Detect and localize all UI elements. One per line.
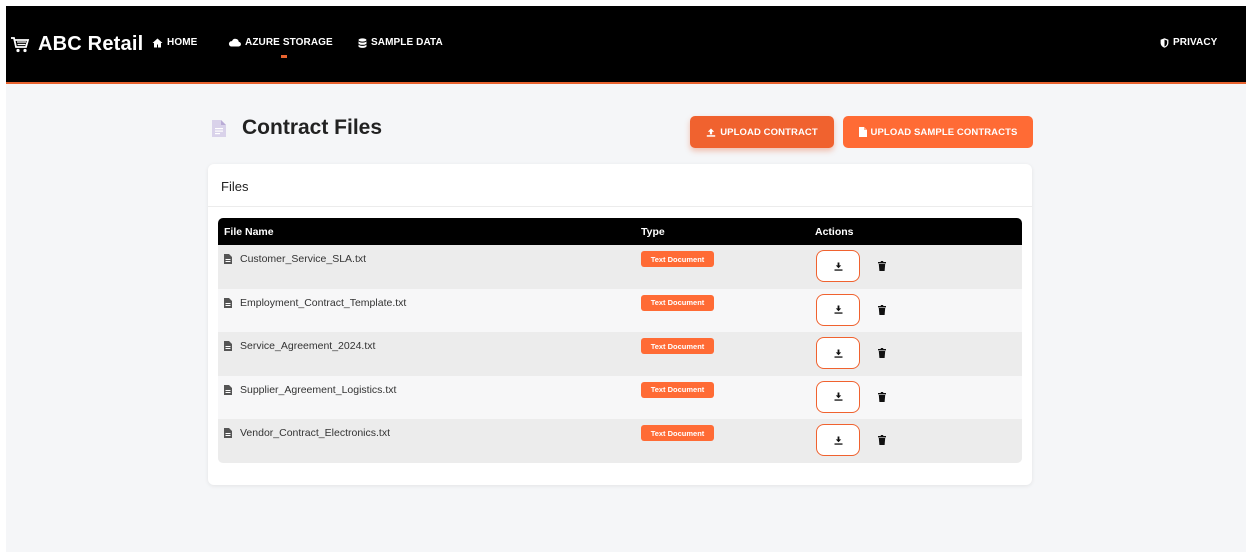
nav-azure-storage-link[interactable]: AZURE STORAGE — [228, 37, 333, 48]
files-table: File Name Type Actions Customer_Service_… — [218, 218, 1022, 463]
upload-contract-button[interactable]: UPLOAD CONTRACT — [690, 116, 834, 148]
delete-button[interactable] — [874, 303, 890, 317]
file-icon — [224, 297, 232, 308]
download-icon — [834, 392, 842, 401]
files-card: Files File Name Type Actions Customer_Se… — [208, 164, 1032, 485]
file-type-badge: Text Document — [641, 251, 714, 267]
file-name-cell: Vendor_Contract_Electronics.txt — [224, 427, 390, 439]
cloud-icon — [228, 38, 241, 47]
navbar: ABC Retail HOME AZURE STORAGE SAMPLE DAT… — [6, 6, 1246, 84]
nav-sample-data-link[interactable]: SAMPLE DATA — [358, 37, 443, 48]
delete-button[interactable] — [874, 259, 890, 273]
download-button[interactable] — [816, 250, 860, 282]
file-name-cell: Service_Agreement_2024.txt — [224, 340, 375, 352]
trash-icon — [878, 391, 886, 402]
trash-icon — [878, 304, 886, 315]
delete-button[interactable] — [874, 390, 890, 404]
upload-icon — [707, 128, 716, 137]
home-icon — [152, 38, 163, 47]
nav-privacy-label: PRIVACY — [1173, 37, 1218, 48]
file-name: Vendor_Contract_Electronics.txt — [240, 427, 390, 439]
file-name-cell: Supplier_Agreement_Logistics.txt — [224, 384, 396, 396]
app-frame: ABC Retail HOME AZURE STORAGE SAMPLE DAT… — [6, 6, 1246, 552]
shopping-cart-icon — [11, 36, 30, 52]
file-icon — [224, 341, 232, 351]
upload-contract-label: UPLOAD CONTRACT — [720, 126, 818, 138]
file-icon — [224, 428, 232, 438]
table-row: Employment_Contract_Template.txt Text Do… — [218, 288, 1022, 332]
download-button[interactable] — [816, 380, 860, 413]
column-header-file-name: File Name — [224, 226, 274, 238]
trash-icon — [878, 348, 886, 358]
brand-name: ABC Retail — [38, 33, 144, 55]
file-name-cell: Customer_Service_SLA.txt — [224, 253, 366, 265]
delete-button[interactable] — [874, 433, 890, 447]
file-icon — [224, 384, 232, 395]
column-header-type: Type — [641, 226, 665, 238]
file-name: Supplier_Agreement_Logistics.txt — [240, 383, 397, 396]
file-icon — [858, 127, 867, 137]
document-icon — [212, 119, 226, 137]
table-header: File Name Type Actions — [218, 218, 1022, 245]
nav-sample-data-label: SAMPLE DATA — [371, 37, 443, 48]
download-icon — [834, 262, 842, 271]
delete-button[interactable] — [874, 346, 890, 360]
file-type-badge: Text Document — [641, 381, 714, 398]
trash-icon — [878, 435, 886, 445]
column-header-actions: Actions — [815, 226, 854, 238]
active-nav-indicator — [281, 55, 287, 58]
nav-home-link[interactable]: HOME — [152, 37, 197, 48]
download-icon — [834, 305, 842, 314]
download-icon — [834, 436, 842, 445]
file-name: Employment_Contract_Template.txt — [240, 296, 407, 309]
file-name: Service_Agreement_2024.txt — [240, 340, 376, 352]
file-type-badge: Text Document — [641, 425, 714, 441]
download-button[interactable] — [816, 337, 860, 369]
file-name-cell: Employment_Contract_Template.txt — [224, 297, 406, 309]
table-row: Supplier_Agreement_Logistics.txt Text Do… — [218, 375, 1022, 419]
file-name: Customer_Service_SLA.txt — [240, 253, 367, 265]
nav-azure-storage-label: AZURE STORAGE — [245, 37, 333, 48]
upload-sample-contracts-label: UPLOAD SAMPLE CONTRACTS — [870, 126, 1018, 138]
nav-privacy-link[interactable]: PRIVACY — [1160, 37, 1217, 48]
table-row: Customer_Service_SLA.txt Text Document — [218, 245, 1022, 289]
nav-home-label: HOME — [167, 37, 198, 48]
page-header: Contract Files — [212, 116, 382, 140]
file-type-badge: Text Document — [641, 338, 714, 354]
download-icon — [834, 349, 842, 358]
file-icon — [224, 254, 232, 264]
download-button[interactable] — [816, 293, 860, 326]
download-button[interactable] — [816, 424, 860, 456]
page-title: Contract Files — [242, 116, 383, 139]
table-row: Vendor_Contract_Electronics.txt Text Doc… — [218, 419, 1022, 463]
upload-sample-contracts-button[interactable]: UPLOAD SAMPLE CONTRACTS — [843, 116, 1033, 148]
table-row: Service_Agreement_2024.txt Text Document — [218, 332, 1022, 376]
files-card-header: Files — [208, 164, 1032, 207]
file-type-badge: Text Document — [641, 294, 714, 311]
trash-icon — [878, 261, 886, 271]
database-icon — [358, 37, 367, 48]
brand[interactable]: ABC Retail — [10, 33, 143, 56]
shield-icon — [1160, 37, 1169, 48]
